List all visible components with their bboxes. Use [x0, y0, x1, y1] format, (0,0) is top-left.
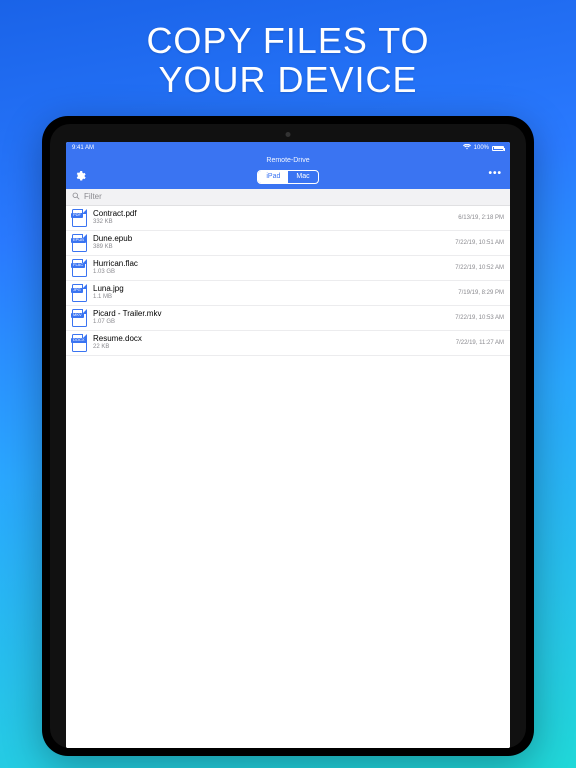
- file-ext-badge: PDF: [71, 213, 83, 218]
- file-icon: PDF: [72, 209, 87, 227]
- file-ext-badge: EPUB: [71, 238, 86, 243]
- file-ext-badge: FLAC: [71, 263, 85, 268]
- file-name: Picard - Trailer.mkv: [93, 309, 455, 319]
- wifi-icon: [463, 144, 471, 152]
- gear-icon[interactable]: [74, 169, 86, 181]
- file-name: Luna.jpg: [93, 284, 458, 294]
- file-icon: JPG: [72, 284, 87, 302]
- file-row[interactable]: EPUB Dune.epub389 KB7/22/19, 10:51 AM: [66, 231, 510, 256]
- status-time: 9:41 AM: [72, 145, 94, 151]
- file-icon: MKV: [72, 309, 87, 327]
- nav-bar: Remote-Drive iPad Mac •••: [66, 155, 510, 189]
- status-bar: 9:41 AM 100%: [66, 142, 510, 155]
- app-title: Remote-Drive: [66, 157, 510, 164]
- camera-dot: [286, 132, 291, 137]
- file-row[interactable]: DOCX Resume.docx22 KB7/22/19, 11:27 AM: [66, 331, 510, 356]
- battery-percent: 100%: [474, 145, 489, 151]
- file-date: 7/22/19, 11:27 AM: [456, 340, 504, 346]
- file-row[interactable]: FLAC Hurrican.flac1.03 GB7/22/19, 10:52 A…: [66, 256, 510, 281]
- file-name: Dune.epub: [93, 234, 455, 244]
- file-date: 7/19/19, 8:29 PM: [458, 290, 504, 296]
- more-icon[interactable]: •••: [488, 168, 502, 179]
- file-row[interactable]: MKV Picard - Trailer.mkv1.07 GB7/22/19, 1…: [66, 306, 510, 331]
- file-size: 22 KB: [93, 344, 456, 351]
- hero-line-2: YOUR DEVICE: [158, 59, 417, 100]
- file-icon: DOCX: [72, 334, 87, 352]
- file-size: 332 KB: [93, 219, 458, 226]
- hero-headline: COPY FILES TO YOUR DEVICE: [146, 22, 429, 100]
- file-meta: Dune.epub389 KB: [93, 234, 455, 251]
- file-icon: EPUB: [72, 234, 87, 252]
- file-meta: Contract.pdf332 KB: [93, 209, 458, 226]
- file-meta: Picard - Trailer.mkv1.07 GB: [93, 309, 455, 326]
- file-row[interactable]: JPG Luna.jpg1.1 MB7/19/19, 8:29 PM: [66, 281, 510, 306]
- file-size: 1.1 MB: [93, 294, 458, 301]
- segmented-control[interactable]: iPad Mac: [257, 170, 318, 184]
- file-meta: Luna.jpg1.1 MB: [93, 284, 458, 301]
- filter-placeholder: Filter: [84, 192, 102, 201]
- ipad-frame: 9:41 AM 100% Remote-Drive iPad Mac: [42, 116, 534, 756]
- segment-ipad[interactable]: iPad: [258, 171, 288, 183]
- file-date: 7/22/19, 10:52 AM: [455, 265, 504, 271]
- file-icon: FLAC: [72, 259, 87, 277]
- file-ext-badge: JPG: [71, 288, 83, 293]
- file-size: 389 KB: [93, 244, 455, 251]
- file-row[interactable]: PDF Contract.pdf332 KB6/13/19, 2:18 PM: [66, 206, 510, 231]
- file-name: Hurrican.flac: [93, 259, 455, 269]
- file-ext-badge: DOCX: [71, 338, 87, 343]
- file-meta: Resume.docx22 KB: [93, 334, 456, 351]
- ipad-inner: 9:41 AM 100% Remote-Drive iPad Mac: [50, 124, 526, 748]
- file-date: 7/22/19, 10:53 AM: [455, 315, 504, 321]
- filter-bar[interactable]: Filter: [66, 189, 510, 206]
- file-date: 7/22/19, 10:51 AM: [455, 240, 504, 246]
- battery-icon: [492, 146, 504, 151]
- segment-mac[interactable]: Mac: [288, 171, 317, 183]
- hero-line-1: COPY FILES TO: [146, 20, 429, 61]
- file-meta: Hurrican.flac1.03 GB: [93, 259, 455, 276]
- file-date: 6/13/19, 2:18 PM: [458, 215, 504, 221]
- file-size: 1.03 GB: [93, 269, 455, 276]
- search-icon: [72, 192, 80, 202]
- file-size: 1.07 GB: [93, 319, 455, 326]
- file-name: Contract.pdf: [93, 209, 458, 219]
- file-name: Resume.docx: [93, 334, 456, 344]
- screen: 9:41 AM 100% Remote-Drive iPad Mac: [66, 142, 510, 748]
- file-list[interactable]: PDF Contract.pdf332 KB6/13/19, 2:18 PM EPU…: [66, 206, 510, 748]
- file-ext-badge: MKV: [71, 313, 84, 318]
